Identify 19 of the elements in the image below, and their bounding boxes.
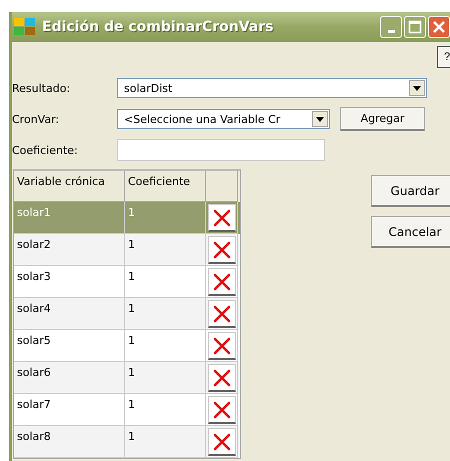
cronvar-dropdown[interactable]: <Seleccione una Variable Cr [117,109,330,129]
field-label: CronVar: [12,112,60,126]
table-row[interactable]: solar4 1 [14,298,240,330]
table-row[interactable]: solar2 1 [14,234,240,266]
table-cell: solar8 [14,426,125,458]
result-dropdown[interactable]: solarDist [117,78,427,98]
table-row[interactable]: solar5 1 [14,330,240,362]
action-button[interactable]: Guardar [371,175,450,207]
field-label: Resultado: [12,82,72,94]
help-button[interactable]: ? [437,46,450,68]
action-button[interactable]: Cancelar [371,216,450,248]
add-button[interactable]: Agregar [340,107,425,131]
table-row[interactable]: solar3 1 [14,266,240,298]
field-label: Coeficiente: [12,144,79,156]
window-title: Edición de combinarCronVars [42,19,274,35]
table-row[interactable]: solar6 1 [14,362,240,394]
table-cell: 1 [125,426,206,458]
table-row[interactable]: solar7 1 [14,394,240,426]
table-row[interactable]: solar8 1 [14,426,240,458]
